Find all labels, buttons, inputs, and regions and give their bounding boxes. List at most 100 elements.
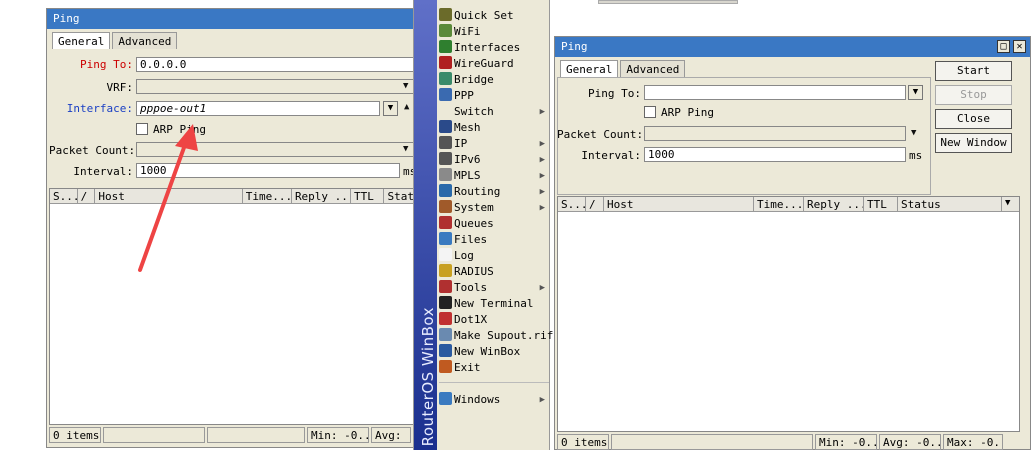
right-col-sort[interactable]: / bbox=[586, 197, 604, 211]
menu-item-new-terminal[interactable]: New Terminal bbox=[439, 296, 549, 312]
left-interface-scroll-up-icon[interactable]: ▲ bbox=[404, 102, 409, 112]
submenu-arrow-icon: ▶ bbox=[539, 107, 545, 117]
ip-icon bbox=[439, 136, 452, 149]
left-status-items: 0 items bbox=[49, 427, 101, 443]
right-tab-advanced[interactable]: Advanced bbox=[620, 60, 686, 77]
right-col-time[interactable]: Time... bbox=[754, 197, 804, 211]
stop-button[interactable]: Stop bbox=[935, 85, 1012, 105]
menu-item-label: Windows bbox=[454, 393, 501, 406]
left-col-ttl[interactable]: TTL bbox=[351, 189, 385, 203]
supout-icon bbox=[439, 328, 452, 341]
left-interval-input[interactable]: 1000 bbox=[136, 163, 400, 178]
menu-item-bridge[interactable]: Bridge bbox=[439, 72, 549, 88]
left-col-stat[interactable]: Stat bbox=[384, 189, 414, 203]
winbox-icon bbox=[439, 344, 452, 357]
left-interface-dropdown-icon[interactable]: ▼ bbox=[383, 101, 398, 116]
right-packet-count-dropdown-icon[interactable]: ▼ bbox=[911, 128, 916, 138]
right-col-host[interactable]: Host bbox=[604, 197, 754, 211]
left-vrf-dropdown-icon[interactable]: ▼ bbox=[403, 81, 408, 91]
left-packet-count-label: Packet Count: bbox=[49, 144, 136, 157]
winbox-brand-strip: RouterOS WinBox bbox=[414, 0, 437, 450]
right-ping-titlebar[interactable]: Ping □ ✕ bbox=[555, 37, 1030, 57]
submenu-arrow-icon: ▶ bbox=[539, 139, 545, 149]
menu-separator bbox=[439, 382, 549, 383]
menu-item-system[interactable]: System ▶ bbox=[439, 200, 549, 216]
menu-item-label: RADIUS bbox=[454, 265, 494, 278]
menu-item-new-winbox[interactable]: New WinBox bbox=[439, 344, 549, 360]
menu-item-label: New Terminal bbox=[454, 297, 534, 310]
menu-item-wifi[interactable]: WiFi bbox=[439, 24, 549, 40]
left-col-reply[interactable]: Reply ... bbox=[292, 189, 351, 203]
right-col-ttl[interactable]: TTL bbox=[864, 197, 898, 211]
left-col-host[interactable]: Host bbox=[95, 189, 243, 203]
right-results-table[interactable]: S... / Host Time... Reply ... TTL Status… bbox=[557, 196, 1020, 432]
menu-item-make-supout-rif[interactable]: Make Supout.rif bbox=[439, 328, 553, 344]
right-arp-ping-checkbox[interactable] bbox=[644, 106, 656, 118]
wand-icon bbox=[439, 8, 452, 21]
right-ping-to-input[interactable] bbox=[644, 85, 906, 100]
menu-item-exit[interactable]: Exit bbox=[439, 360, 549, 376]
right-interval-input[interactable]: 1000 bbox=[644, 147, 906, 162]
right-col-reply[interactable]: Reply ... bbox=[804, 197, 864, 211]
right-columns-dropdown-icon[interactable]: ▼ bbox=[1002, 197, 1019, 211]
menu-item-label: Exit bbox=[454, 361, 481, 374]
menu-item-dot1x[interactable]: Dot1X bbox=[439, 312, 549, 328]
menu-item-label: Mesh bbox=[454, 121, 481, 134]
left-packet-count-dropdown-icon[interactable]: ▼ bbox=[403, 144, 408, 154]
right-interval-label: Interval: bbox=[581, 149, 641, 162]
left-tab-general[interactable]: General bbox=[52, 32, 111, 49]
right-status-max: Max: -0... bbox=[943, 434, 1003, 450]
close-button[interactable]: Close bbox=[935, 109, 1012, 129]
routing-icon bbox=[439, 184, 452, 197]
new-window-button[interactable]: New Window bbox=[935, 133, 1012, 153]
menu-item-mpls[interactable]: MPLS ▶ bbox=[439, 168, 549, 184]
menu-item-ppp[interactable]: PPP bbox=[439, 88, 549, 104]
menu-item-log[interactable]: Log bbox=[439, 248, 549, 264]
left-ping-titlebar[interactable]: Ping bbox=[47, 9, 415, 29]
menu-item-ip[interactable]: IP ▶ bbox=[439, 136, 549, 152]
menu-item-queues[interactable]: Queues bbox=[439, 216, 549, 232]
menu-item-files[interactable]: Files bbox=[439, 232, 549, 248]
left-col-sort[interactable]: / bbox=[78, 189, 96, 203]
queues-icon bbox=[439, 216, 452, 229]
menu-item-tools[interactable]: Tools ▶ bbox=[439, 280, 549, 296]
left-status-avg: Avg: -0 bbox=[371, 427, 411, 443]
left-interface-select[interactable]: pppoe-out1 bbox=[136, 101, 380, 116]
menu-item-routing[interactable]: Routing ▶ bbox=[439, 184, 549, 200]
right-tab-general[interactable]: General bbox=[560, 60, 619, 77]
left-packet-count-input[interactable] bbox=[136, 142, 414, 157]
left-col-time[interactable]: Time... bbox=[243, 189, 292, 203]
left-vrf-select[interactable] bbox=[136, 79, 414, 94]
menu-item-label: Switch bbox=[454, 105, 494, 118]
menu-item-windows[interactable]: Windows ▶ bbox=[439, 392, 549, 408]
menu-item-label: Interfaces bbox=[454, 41, 521, 54]
menu-item-radius[interactable]: RADIUS bbox=[439, 264, 549, 280]
close-window-icon[interactable]: ✕ bbox=[1013, 40, 1026, 53]
interfaces-icon bbox=[439, 40, 452, 53]
left-results-table[interactable]: S... / Host Time... Reply ... TTL Stat bbox=[49, 188, 415, 425]
right-ping-window: Ping □ ✕ General Advanced Ping To: ▼ ARP… bbox=[554, 36, 1031, 450]
submenu-arrow-icon: ▶ bbox=[539, 203, 545, 213]
left-ping-to-input[interactable]: 0.0.0.0 bbox=[136, 57, 414, 72]
left-ping-title: Ping bbox=[53, 12, 80, 25]
right-ping-to-label: Ping To: bbox=[588, 87, 641, 100]
right-col-status[interactable]: S... bbox=[558, 197, 586, 211]
maximize-icon[interactable]: □ bbox=[997, 40, 1010, 53]
start-button[interactable]: Start bbox=[935, 61, 1012, 81]
right-ping-to-dropdown-icon[interactable]: ▼ bbox=[908, 85, 923, 100]
menu-item-quick-set[interactable]: Quick Set bbox=[439, 8, 549, 24]
left-col-status[interactable]: S... bbox=[50, 189, 78, 203]
log-icon bbox=[439, 248, 452, 261]
left-arp-ping-checkbox[interactable] bbox=[136, 123, 148, 135]
menu-item-ipv6[interactable]: IPv6 ▶ bbox=[439, 152, 549, 168]
menu-item-mesh[interactable]: Mesh bbox=[439, 120, 549, 136]
menu-item-wireguard[interactable]: WireGuard bbox=[439, 56, 549, 72]
menu-item-label: WireGuard bbox=[454, 57, 514, 70]
left-tab-advanced[interactable]: Advanced bbox=[112, 32, 178, 49]
menu-item-switch[interactable]: Switch ▶ bbox=[439, 104, 549, 120]
bridge-icon bbox=[439, 72, 452, 85]
right-col-status-text[interactable]: Status bbox=[898, 197, 1002, 211]
ppp-icon bbox=[439, 88, 452, 101]
right-packet-count-input[interactable] bbox=[644, 126, 906, 141]
menu-item-interfaces[interactable]: Interfaces bbox=[439, 40, 549, 56]
